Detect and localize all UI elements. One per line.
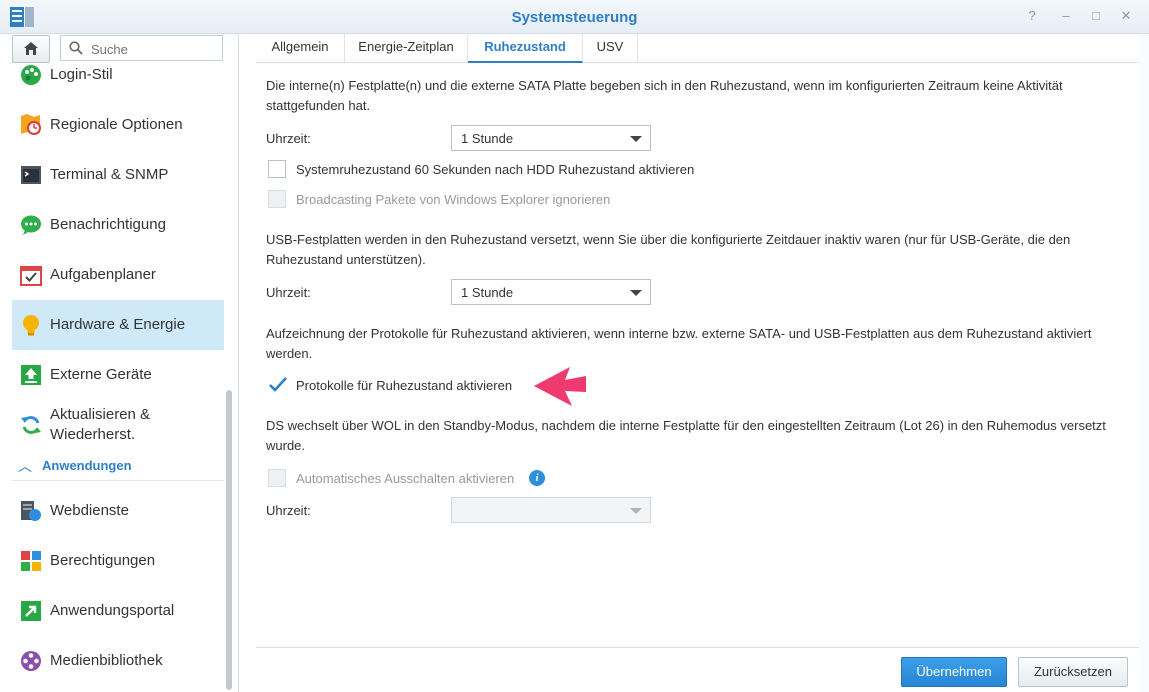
log-description: Aufzeichnung der Protokolle für Ruhezust… (266, 326, 1092, 361)
chevron-down-icon (630, 136, 642, 142)
regional-icon (21, 114, 41, 135)
tab-ups[interactable]: USV (583, 34, 638, 62)
lightbulb-icon (23, 315, 39, 336)
chevron-up-icon: ︿ (18, 458, 32, 474)
window-title: Systemsteuerung (511, 9, 638, 26)
tab-general[interactable]: Allgemein (256, 34, 345, 62)
checkmark-icon (269, 377, 287, 392)
log-enable-label: Protokolle für Ruhezustand aktivieren (296, 378, 513, 393)
system-sleep-checkbox[interactable] (268, 160, 286, 178)
refresh-icon (21, 416, 41, 434)
apply-button[interactable]: Übernehmen (901, 657, 1007, 687)
auto-shutdown-label: Automatisches Ausschalten aktivieren (296, 471, 515, 486)
media-icon (21, 651, 41, 671)
wol-description: DS wechselt über WOL in den Standby-Modu… (266, 418, 1106, 453)
wol-time-label: Uhrzeit: (266, 503, 311, 518)
sidebar-scrollbar[interactable] (226, 390, 232, 690)
usb-time-select[interactable]: 1 Stunde (451, 279, 651, 305)
palette-icon (21, 65, 41, 85)
sidebar-item-external-devices[interactable]: Externe Geräte (12, 350, 224, 400)
sidebar-item-label: Webdienste (50, 502, 129, 519)
sidebar-item-application-portal[interactable]: Anwendungsportal (12, 586, 224, 636)
sidebar-item-regional-options[interactable]: Regionale Optionen (12, 100, 224, 150)
sidebar-item-label: Aktualisieren & Wiederherst. (50, 406, 151, 443)
permissions-icon (21, 551, 41, 571)
info-icon[interactable]: i (529, 470, 545, 486)
auto-shutdown-checkbox[interactable] (268, 469, 286, 487)
sidebar-item-notification[interactable]: Benachrichtigung (12, 200, 224, 250)
chevron-down-icon (630, 290, 642, 296)
sidebar-item-hardware-power[interactable]: Hardware & Energie (12, 300, 224, 350)
web-services-icon (21, 501, 41, 521)
chat-icon (21, 215, 41, 235)
log-enable-checkbox[interactable] (268, 376, 287, 394)
sidebar-item-permissions[interactable]: Berechtigungen (12, 536, 224, 586)
sidebar-item-label: Benachrichtigung (50, 216, 166, 233)
tab-hibernation[interactable]: Ruhezustand (468, 34, 583, 63)
system-sleep-label: Systemruhezustand 60 Sekunden nach HDD R… (296, 162, 695, 177)
hdd-hibernation-description: Die interne(n) Festplatte(n) und die ext… (266, 78, 1063, 113)
sidebar-item-label: Externe Geräte (50, 366, 152, 383)
reset-button[interactable]: Zurücksetzen (1018, 657, 1128, 687)
terminal-icon (21, 166, 41, 184)
sidebar-item-label: Anwendungsportal (50, 602, 175, 619)
usb-hibernation-description: USB-Festplatten werden in den Ruhezustan… (266, 232, 1071, 267)
wol-time-select[interactable] (451, 497, 651, 523)
minimize-icon[interactable]: – (1058, 8, 1074, 24)
sidebar-item-terminal-snmp[interactable]: Terminal & SNMP (12, 150, 224, 200)
calendar-check-icon (20, 266, 42, 286)
sidebar-item-label: Medienbibliothek (50, 652, 163, 669)
sidebar-item-media-library[interactable]: Medienbibliothek (12, 636, 224, 686)
footer-divider (256, 647, 1139, 648)
sidebar-item-login-style[interactable]: Login-Stil (12, 50, 224, 100)
help-icon[interactable]: ? (1024, 8, 1040, 24)
broadcast-ignore-label: Broadcasting Pakete von Windows Explorer… (296, 192, 611, 207)
close-icon[interactable]: ✕ (1118, 8, 1134, 24)
sidebar-item-label: Berechtigungen (50, 552, 156, 569)
maximize-icon[interactable]: □ (1088, 8, 1104, 24)
sidebar-item-label: Login-Stil (50, 66, 113, 83)
sidebar-item-task-scheduler[interactable]: Aufgabenplaner (12, 250, 224, 300)
annotation-arrow-icon (534, 367, 586, 406)
sidebar-item-label: Hardware & Energie (50, 316, 186, 333)
tab-power-schedule[interactable]: Energie-Zeitplan (345, 34, 468, 62)
sidebar-item-label: Regionale Optionen (50, 116, 183, 133)
portal-icon (21, 601, 41, 621)
upload-icon (21, 365, 41, 385)
hdd-time-select[interactable]: 1 Stunde (451, 125, 651, 151)
usb-time-label: Uhrzeit: (266, 285, 311, 300)
content-scroll-area (1139, 34, 1149, 692)
hdd-time-label: Uhrzeit: (266, 131, 311, 146)
sidebar-item-update-restore[interactable]: Aktualisieren & Wiederherst. (12, 400, 224, 450)
sidebar-item-web-services[interactable]: Webdienste (12, 486, 224, 536)
sidebar-item-label: Terminal & SNMP (50, 166, 169, 183)
sidebar-item-label: Aufgabenplaner (50, 266, 156, 283)
broadcast-ignore-checkbox[interactable] (268, 190, 286, 208)
chevron-down-icon (630, 508, 642, 514)
section-header-applications[interactable]: ︿ Anwendungen (12, 456, 224, 481)
